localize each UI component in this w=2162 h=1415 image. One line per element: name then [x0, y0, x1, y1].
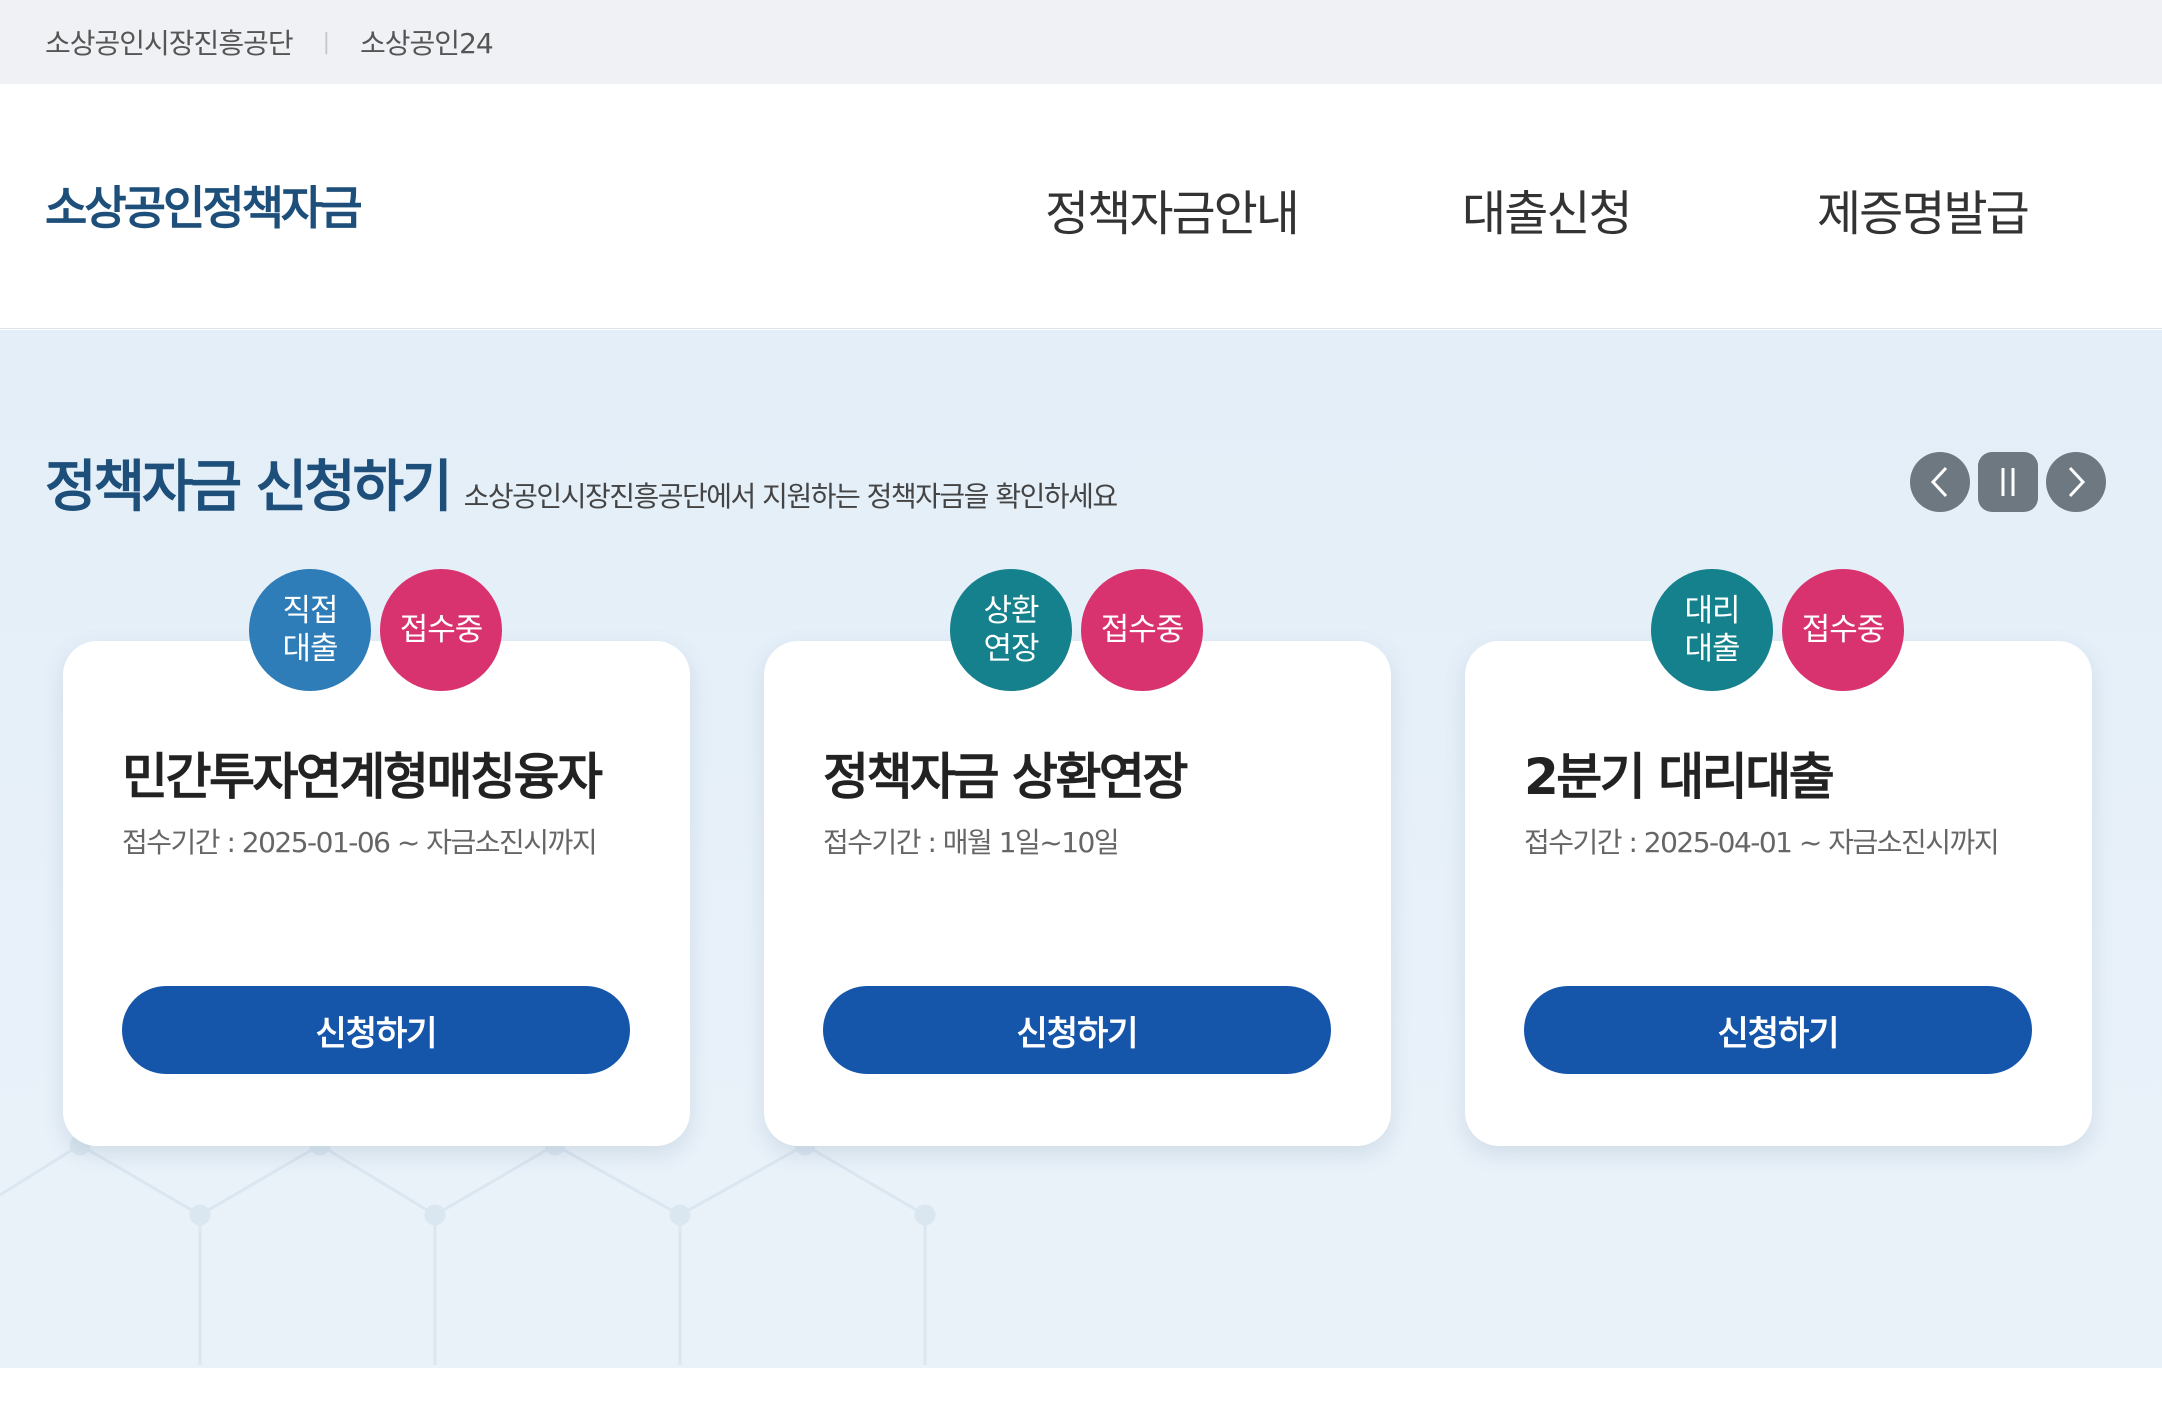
nav-item-loan-application[interactable]: 대출신청 [1462, 174, 1633, 244]
section-subtitle: 소상공인시장진흥공단에서 지원하는 정책자금을 확인하세요 [463, 480, 1118, 513]
apply-button[interactable]: 신청하기 [823, 986, 1331, 1074]
fund-card: 상환 연장 접수중 정책자금 상환연장 접수기간 : 매월 1일~10일 신청하… [764, 569, 1391, 1146]
application-period: 접수기간 : 매월 1일~10일 [823, 826, 1120, 859]
slider-prev-button[interactable] [1910, 452, 1970, 512]
slider-controls [1910, 452, 2106, 512]
loan-type-badge: 직접 대출 [249, 569, 371, 691]
fund-card: 직접 대출 접수중 민간투자연계형매칭융자 접수기간 : 2025-01-06 … [63, 569, 690, 1146]
apply-button[interactable]: 신청하기 [122, 986, 630, 1074]
chevron-right-icon [2068, 466, 2086, 498]
slider-pause-button[interactable] [1978, 452, 2038, 512]
status-badge: 접수중 [1081, 569, 1203, 691]
nav-item-certificate-issue[interactable]: 제증명발급 [1817, 174, 2030, 244]
utility-separator: | [322, 29, 331, 55]
application-period: 접수기간 : 2025-01-06 ~ 자금소진시까지 [122, 826, 598, 859]
loan-type-badge: 대리 대출 [1651, 569, 1773, 691]
utility-bar: 소상공인시장진흥공단 | 소상공인24 [0, 0, 2162, 84]
loan-type-badge: 상환 연장 [950, 569, 1072, 691]
card-title: 민간투자연계형매칭융자 [122, 748, 603, 806]
apply-button[interactable]: 신청하기 [1524, 986, 2032, 1074]
status-badge: 접수중 [380, 569, 502, 691]
fund-card: 대리 대출 접수중 2분기 대리대출 접수기간 : 2025-04-01 ~ 자… [1465, 569, 2092, 1146]
slider-next-button[interactable] [2046, 452, 2106, 512]
card-title: 정책자금 상환연장 [823, 748, 1188, 806]
chevron-left-icon [1930, 466, 1948, 498]
pause-icon [2001, 468, 2015, 496]
policy-fund-section: 정책자금 신청하기 소상공인시장진흥공단에서 지원하는 정책자금을 확인하세요 … [0, 330, 2162, 1368]
nav-item-policy-fund-info[interactable]: 정책자금안내 [1045, 174, 1300, 244]
section-heading: 정책자금 신청하기 소상공인시장진흥공단에서 지원하는 정책자금을 확인하세요 [45, 442, 1118, 523]
page-bottom [0, 1368, 2162, 1415]
status-badge: 접수중 [1782, 569, 1904, 691]
utility-link-sbiz24[interactable]: 소상공인24 [360, 22, 494, 62]
site-logo[interactable]: 소상공인정책자금 [45, 172, 363, 238]
section-title: 정책자금 신청하기 [45, 455, 453, 520]
background-network-decoration [0, 1134, 936, 1365]
application-period: 접수기간 : 2025-04-01 ~ 자금소진시까지 [1524, 826, 2000, 859]
site-header: 소상공인정책자금 정책자금안내 대출신청 제증명발급 [0, 84, 2162, 329]
card-title: 2분기 대리대출 [1524, 748, 1835, 806]
utility-link-semas[interactable]: 소상공인시장진흥공단 [45, 22, 294, 62]
